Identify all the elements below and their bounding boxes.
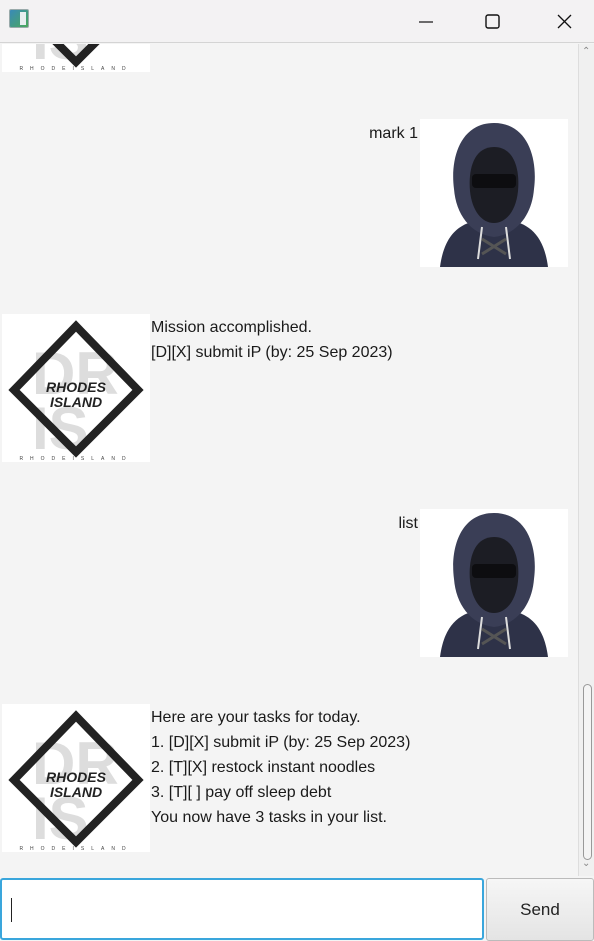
svg-text:RHODES: RHODES <box>46 379 107 395</box>
scrollbar-thumb[interactable] <box>583 684 592 860</box>
bot-message-text: Here are your tasks for today. 1. [D][X]… <box>151 705 410 830</box>
text-caret <box>11 898 12 922</box>
message-line: [D][X] submit iP (by: 25 Sep 2023) <box>151 344 393 361</box>
bot-avatar: DR IS RHODES ISLAND RHODEISLAND <box>2 704 150 852</box>
svg-text:ISLAND: ISLAND <box>50 394 102 410</box>
close-button[interactable] <box>534 0 594 43</box>
svg-text:ISLAND: ISLAND <box>50 784 102 800</box>
title-bar <box>0 0 594 43</box>
bot-avatar: DR IS RHODES ISLAND RHODEISLAND <box>2 314 150 462</box>
svg-text:RHODES: RHODES <box>46 769 107 785</box>
svg-text:RHODEISLAND: RHODEISLAND <box>19 456 132 462</box>
minimize-button[interactable] <box>396 0 456 43</box>
dialog-scroll-pane[interactable]: DR IS RHODES ISLAND RHODEISLAND mark 1 D… <box>0 44 594 876</box>
message-line: Here are your tasks for today. <box>151 709 361 726</box>
rhodes-island-logo-icon: DR IS RHODES ISLAND RHODEISLAND <box>19 44 132 72</box>
maximize-button[interactable] <box>462 0 522 43</box>
message-line: Mission accomplished. <box>151 319 312 336</box>
hooded-figure-avatar-icon <box>440 513 548 657</box>
send-button[interactable]: Send <box>486 878 594 941</box>
message-line: 1. [D][X] submit iP (by: 25 Sep 2023) <box>151 734 411 751</box>
bot-avatar: DR IS RHODES ISLAND RHODEISLAND <box>2 44 150 72</box>
message-line: 2. [T][X] restock instant noodles <box>151 759 376 776</box>
user-message-text: list <box>398 515 418 532</box>
bot-message-text: Mission accomplished. [D][X] submit iP (… <box>151 315 393 365</box>
hooded-figure-avatar-icon <box>440 123 548 267</box>
rhodes-island-logo-icon: DR IS RHODES ISLAND RHODEISLAND <box>8 710 144 852</box>
maximize-icon <box>484 14 500 29</box>
user-avatar <box>420 509 568 657</box>
user-avatar <box>420 119 568 267</box>
scroll-down-icon[interactable]: ⌄ <box>582 858 590 869</box>
svg-text:RHODEISLAND: RHODEISLAND <box>19 66 132 72</box>
message-line: 3. [T][ ] pay off sleep debt <box>151 784 332 801</box>
minimize-icon <box>419 20 433 23</box>
close-icon <box>557 14 571 29</box>
message-line: You now have 3 tasks in your list. <box>151 809 387 826</box>
rhodes-island-logo-icon: DR IS RHODES ISLAND RHODEISLAND <box>8 320 144 462</box>
svg-text:RHODEISLAND: RHODEISLAND <box>19 846 132 852</box>
app-icon <box>9 9 29 28</box>
message-input[interactable] <box>0 878 484 940</box>
user-message-text: mark 1 <box>369 125 418 142</box>
scroll-up-icon[interactable]: ⌃ <box>582 46 590 57</box>
vertical-scrollbar[interactable]: ⌃ ⌄ <box>578 44 594 876</box>
